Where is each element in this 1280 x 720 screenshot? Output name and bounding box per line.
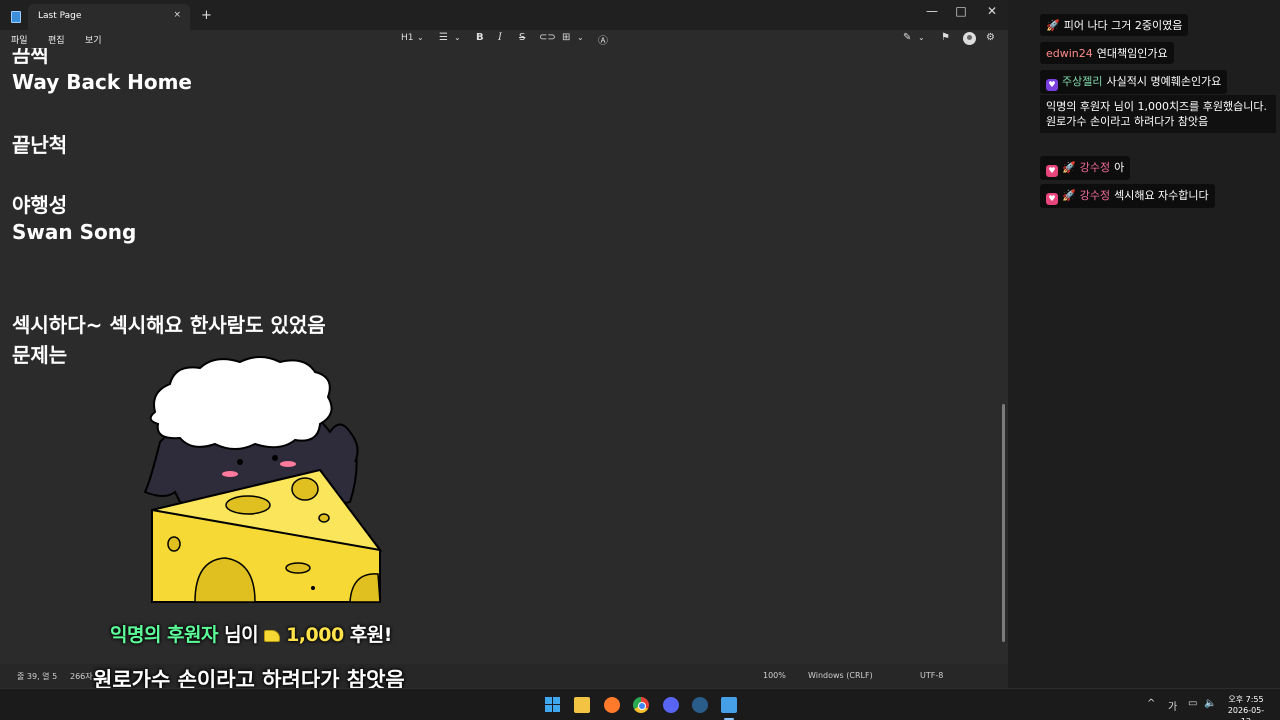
editor-line: 야행성: [12, 193, 68, 217]
ime-indicator[interactable]: 가: [1168, 698, 1177, 713]
chat-text: 사실적시 명예훼손인가요: [1106, 75, 1222, 88]
title-bar: Last Page × + — □ ✕: [0, 0, 1008, 30]
steam-icon[interactable]: [692, 697, 708, 713]
encoding[interactable]: UTF-8: [920, 671, 943, 680]
line-ending[interactable]: Windows (CRLF): [808, 671, 873, 680]
subscriber-badge-icon: ♥: [1046, 193, 1058, 205]
tab-close-icon[interactable]: ×: [173, 10, 181, 20]
chrome-icon[interactable]: [633, 697, 649, 713]
cheese-mascot-image: [143, 356, 383, 603]
donation-amount: 1,000: [286, 624, 344, 646]
editor-line: 문제는: [12, 343, 68, 367]
menu-edit[interactable]: 편집: [48, 33, 65, 46]
chat-text: 아: [1114, 161, 1125, 174]
donation-banner: 익명의 후원자 님이 1,000 후원!: [110, 620, 392, 647]
heading-dropdown[interactable]: H1: [401, 33, 414, 43]
discord-icon[interactable]: [663, 697, 679, 713]
editor-line: Swan Song: [12, 220, 137, 244]
rocket-icon: 🚀: [1062, 161, 1076, 174]
menu-bar: 파일 편집 보기 H1 ⌄ ☰ ⌄ B I S ⊂⊃ ⊞ ⌄ Ⓐ ✎ ⌄ ⚑ ⚙: [0, 30, 1008, 48]
menu-view[interactable]: 보기: [85, 33, 102, 46]
chevron-down-icon[interactable]: ⌄: [577, 33, 584, 42]
chevron-down-icon[interactable]: ⌄: [918, 33, 925, 42]
donation-suffix: 님이: [218, 624, 259, 646]
volume-icon[interactable]: 🔈: [1204, 698, 1216, 709]
settings-icon[interactable]: ⚙: [986, 32, 995, 43]
editor-line: 섹시하다~ 섹시해요 한사람도 있었음: [12, 313, 326, 337]
file-explorer-icon[interactable]: [574, 697, 590, 713]
taskbar: ^ 가 ▭ 🔈 오후 7:55 2026-05-12: [0, 688, 1280, 720]
notepad-taskbar-icon[interactable]: [721, 697, 737, 713]
cheese-icon: [264, 629, 281, 642]
cursor-position: 줄 39, 열 5: [17, 672, 58, 681]
network-icon[interactable]: ▭: [1188, 698, 1197, 709]
clock-date: 2026-05-12: [1227, 706, 1265, 720]
chat-text: 연대책임인가요: [1096, 47, 1168, 60]
subscriber-badge-icon: ♥: [1046, 165, 1058, 177]
editor-line: Way Back Home: [12, 70, 192, 94]
maximize-button[interactable]: □: [946, 4, 976, 18]
table-icon[interactable]: ⊞: [562, 32, 570, 43]
chat-donation-line: 익명의 후원자 님이 1,000치즈를 후원했습니다.: [1046, 100, 1268, 113]
chevron-down-icon[interactable]: ⌄: [454, 33, 461, 42]
notepad-app-icon: [11, 11, 21, 23]
editor-line: 끝난척: [12, 133, 68, 157]
clear-format-icon[interactable]: Ⓐ: [598, 32, 608, 47]
chat-message: ♥ 🚀 강수정 섹시해요 자수합니다: [1040, 184, 1215, 208]
copilot-icon[interactable]: ✎: [903, 32, 911, 43]
link-icon[interactable]: ⊂⊃: [539, 32, 556, 43]
chat-username[interactable]: edwin24: [1046, 47, 1093, 60]
chevron-down-icon[interactable]: ⌄: [417, 33, 424, 42]
chat-donation-notice: 익명의 후원자 님이 1,000치즈를 후원했습니다. 원로가수 손이라고 하려…: [1040, 95, 1276, 133]
clock-time: 오후 7:55: [1228, 695, 1264, 704]
char-count: 266자: [70, 672, 93, 681]
chat-message: ♥ 🚀 강수정 아: [1040, 156, 1131, 180]
system-clock[interactable]: 오후 7:55 2026-05-12: [1224, 694, 1268, 720]
editor-line: 끔찍: [12, 48, 49, 67]
scrollbar-thumb[interactable]: [1002, 404, 1005, 642]
menu-file[interactable]: 파일: [11, 33, 28, 46]
chat-username[interactable]: 강수정: [1080, 189, 1110, 202]
chat-message: 🚀 피어 나다 그거 2중이였음: [1040, 14, 1189, 36]
chat-message: ♥ 주상젤리 사실적시 명예훼손인가요: [1040, 70, 1228, 94]
donation-action: 후원!: [343, 624, 393, 646]
rocket-icon: 🚀: [1062, 189, 1076, 202]
start-button-icon[interactable]: [545, 697, 561, 713]
strikethrough-button[interactable]: S: [519, 32, 525, 43]
rocket-icon: 🚀: [1046, 19, 1060, 32]
chat-text: 피어 나다 그거 2중이였음: [1063, 19, 1183, 32]
chat-donation-line: 원로가수 손이라고 하려다가 참앗음: [1046, 115, 1209, 128]
chat-message: edwin24 연대책임인가요: [1040, 42, 1174, 64]
subscriber-badge-icon: ♥: [1046, 79, 1058, 91]
bold-button[interactable]: B: [476, 32, 484, 43]
close-button[interactable]: ✕: [977, 4, 1007, 18]
chat-username[interactable]: 주상젤리: [1062, 75, 1102, 88]
chat-username[interactable]: 강수정: [1080, 161, 1110, 174]
list-icon[interactable]: ☰: [439, 32, 448, 43]
firefox-icon[interactable]: [604, 697, 620, 713]
minimize-button[interactable]: —: [917, 4, 947, 18]
feedback-icon[interactable]: ⚑: [941, 32, 950, 43]
chat-text: 섹시해요 자수합니다: [1114, 189, 1209, 202]
account-avatar[interactable]: [963, 32, 976, 45]
tray-overflow-icon[interactable]: ^: [1147, 698, 1155, 709]
donor-name: 익명의 후원자: [110, 624, 219, 646]
zoom-level[interactable]: 100%: [763, 671, 786, 680]
tab-title: Last Page: [38, 11, 82, 21]
italic-button[interactable]: I: [498, 32, 502, 43]
chat-panel: 🚀 피어 나다 그거 2중이였음 edwin24 연대책임인가요 ♥ 주상젤리 사실적시…: [1008, 0, 1280, 688]
tab-last-page[interactable]: Last Page ×: [28, 4, 190, 30]
add-tab-icon[interactable]: +: [201, 9, 212, 22]
